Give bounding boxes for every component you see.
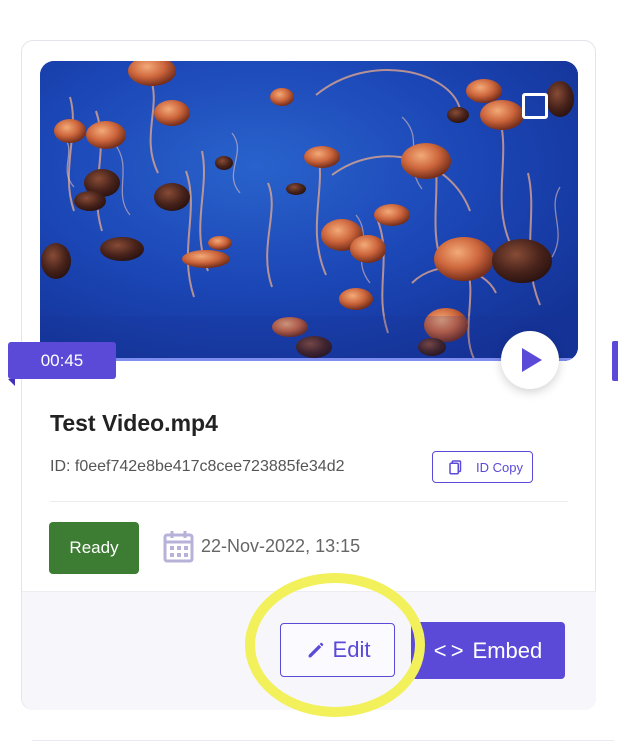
edit-button[interactable]: Edit <box>280 623 395 677</box>
calendar-icon <box>163 531 194 563</box>
copy-icon <box>449 460 462 475</box>
embed-button[interactable]: < > Embed <box>411 622 565 679</box>
select-checkbox-icon[interactable] <box>522 93 548 119</box>
edit-label: Edit <box>332 637 371 662</box>
status-badge: Ready <box>49 522 139 574</box>
video-title: Test Video.mp4 <box>50 410 218 436</box>
created-date: 22-Nov-2022, 13:15 <box>162 529 360 564</box>
divider <box>50 501 568 502</box>
bottom-divider <box>32 740 614 741</box>
code-brackets-icon: < > <box>433 637 464 663</box>
video-progress-line <box>40 358 578 361</box>
embed-label: Embed <box>472 637 543 663</box>
pencil-icon <box>308 642 323 658</box>
jellyfish-image <box>40 61 578 361</box>
created-date-text: 22-Nov-2022, 13:15 <box>201 536 361 556</box>
id-copy-button[interactable]: ID Copy <box>432 451 533 483</box>
duration-badge: 00:45 <box>8 342 116 386</box>
id-copy-label: ID Copy <box>476 459 523 475</box>
next-card-indicator[interactable] <box>612 341 618 381</box>
play-button[interactable] <box>501 331 559 389</box>
video-id: ID: f0eef742e8be417c8cee723885fe34d2 <box>50 458 345 475</box>
video-thumbnail[interactable] <box>40 61 578 361</box>
